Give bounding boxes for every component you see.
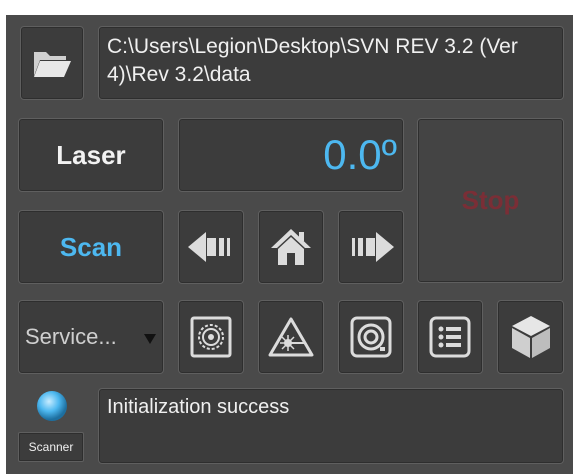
list-button[interactable] (417, 300, 483, 374)
scanner-control-panel: C:\Users\Legion\Desktop\SVN REV 3.2 (Ver… (6, 15, 573, 474)
scanner-button[interactable]: Scanner (18, 432, 84, 462)
service-dropdown[interactable]: Service... (18, 300, 164, 374)
laser-button[interactable]: Laser (18, 118, 164, 192)
list-icon (429, 316, 471, 358)
status-message-box: Initialization success (98, 388, 564, 464)
open-folder-button[interactable] (20, 26, 84, 100)
target-icon (190, 316, 232, 358)
status-led-icon (36, 390, 68, 422)
scan-button-label: Scan (59, 231, 123, 262)
service-dropdown-value: Service... (25, 324, 117, 349)
cube-icon (509, 314, 553, 360)
arrow-left-icon (186, 229, 236, 265)
stop-button-label: Stop (461, 185, 520, 215)
laser-button-label: Laser (56, 139, 126, 170)
target-tool-button[interactable] (178, 300, 244, 374)
home-button[interactable] (258, 210, 324, 284)
home-icon (269, 227, 313, 267)
data-path-display: C:\Users\Legion\Desktop\SVN REV 3.2 (Ver… (98, 26, 564, 100)
angle-value: 0.0º (323, 131, 397, 178)
data-path-text: C:\Users\Legion\Desktop\SVN REV 3.2 (Ver… (107, 35, 518, 86)
laser-warning-button[interactable] (258, 300, 324, 374)
angle-display: 0.0º (178, 118, 404, 192)
scanner-button-label: Scanner (28, 440, 74, 454)
previous-button[interactable] (178, 210, 244, 284)
folder-open-icon (32, 46, 72, 80)
camera-icon (350, 316, 392, 358)
camera-button[interactable] (338, 300, 404, 374)
status-message: Initialization success (107, 396, 290, 418)
next-button[interactable] (338, 210, 404, 284)
3d-view-button[interactable] (497, 300, 564, 374)
scan-button[interactable]: Scan (18, 210, 164, 284)
chevron-down-icon (143, 331, 157, 345)
stop-button[interactable]: Stop (417, 118, 564, 283)
arrow-right-icon (346, 229, 396, 265)
laser-warning-icon (268, 316, 314, 358)
scanner-status-indicator (36, 390, 68, 422)
